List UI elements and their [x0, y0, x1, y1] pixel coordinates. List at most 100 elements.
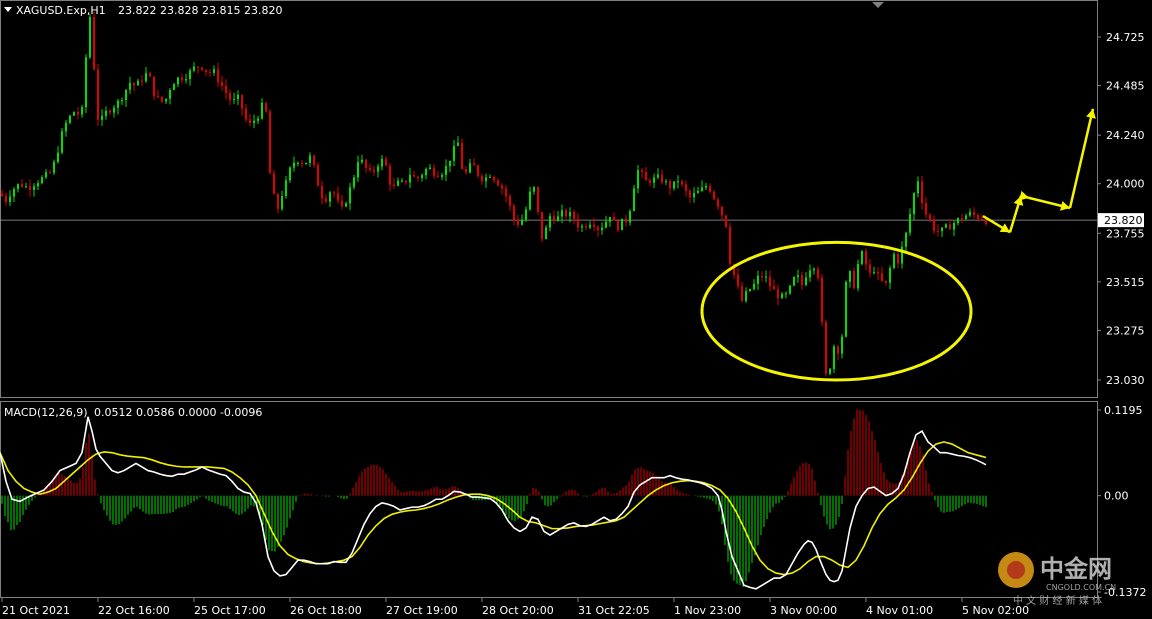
candle: [405, 180, 407, 185]
candle: [217, 62, 219, 87]
candle: [797, 269, 799, 283]
candle: [313, 154, 315, 168]
candle: [909, 208, 911, 236]
candle: [549, 212, 551, 232]
candle: [705, 182, 707, 191]
candle: [105, 106, 107, 120]
candle: [89, 14, 91, 60]
candle: [421, 173, 423, 182]
candle: [309, 152, 311, 167]
candle: [161, 96, 163, 104]
candle: [101, 109, 103, 126]
candle: [753, 279, 755, 291]
candle: [61, 128, 63, 155]
candle: [577, 213, 579, 232]
watermark-brand: 中金网: [1040, 555, 1112, 583]
candle: [65, 119, 67, 137]
candle: [113, 104, 115, 118]
candle: [165, 98, 167, 104]
candle: [553, 210, 555, 225]
candle: [757, 270, 759, 290]
candle: [749, 288, 751, 292]
candle: [685, 180, 687, 197]
candle: [501, 183, 503, 195]
chart-shift-icon[interactable]: [872, 2, 884, 8]
candle: [921, 175, 923, 210]
candle: [293, 156, 295, 172]
candle: [297, 161, 299, 167]
candle: [49, 169, 51, 174]
candle: [945, 223, 947, 229]
candle: [801, 271, 803, 290]
candle: [21, 179, 23, 188]
symbol-label: XAGUSD.Exp,H1: [16, 4, 106, 17]
candle: [369, 163, 371, 173]
candle: [389, 162, 391, 192]
price-tick-label: 24.000: [1106, 178, 1145, 191]
candle: [485, 173, 487, 188]
candle: [317, 162, 319, 187]
time-tick-label: 28 Oct 20:00: [482, 604, 554, 617]
candle: [225, 79, 227, 100]
candle: [9, 190, 11, 207]
candle: [905, 231, 907, 253]
candle: [477, 164, 479, 178]
candle: [109, 108, 111, 116]
candle: [893, 251, 895, 270]
candle: [621, 218, 623, 231]
candle: [873, 266, 875, 275]
candle: [785, 291, 787, 299]
candle: [661, 169, 663, 185]
candle: [881, 266, 883, 283]
candle: [97, 64, 99, 126]
time-tick-label: 26 Oct 18:00: [290, 604, 362, 617]
candle: [85, 54, 87, 114]
candle: [961, 213, 963, 223]
watermark-tagline: 中 文 财 经 新 媒 体: [1013, 594, 1102, 607]
candle: [669, 179, 671, 195]
candle: [937, 224, 939, 237]
candle: [589, 221, 591, 230]
candle: [701, 180, 703, 192]
candle: [633, 184, 635, 212]
candle: [133, 81, 135, 92]
candle: [965, 213, 967, 220]
price-tick-label: 23.755: [1106, 227, 1145, 240]
chart-menu-icon[interactable]: [4, 7, 12, 12]
candle: [545, 225, 547, 240]
candle: [525, 206, 527, 223]
candle: [865, 248, 867, 271]
candle: [273, 169, 275, 195]
candle: [857, 259, 859, 292]
price-panel-frame: [0, 0, 1098, 398]
candle: [245, 104, 247, 123]
candle: [141, 75, 143, 87]
candle: [745, 287, 747, 303]
candle: [813, 267, 815, 275]
candle: [137, 78, 139, 86]
candle: [209, 69, 211, 77]
candle: [385, 156, 387, 167]
candle: [613, 212, 615, 221]
candle: [41, 175, 43, 185]
highlight-ellipse: [700, 240, 973, 382]
candle: [93, 11, 95, 71]
time-tick-label: 3 Nov 00:00: [770, 604, 837, 617]
candle: [677, 175, 679, 189]
chart-canvas: XAGUSD.Exp,H1 23.822 23.828 23.815 23.82…: [0, 0, 1146, 617]
candle: [57, 146, 59, 164]
candle: [305, 162, 307, 165]
candle: [129, 76, 131, 94]
candle: [381, 155, 383, 171]
candle: [449, 160, 451, 173]
candle: [781, 291, 783, 299]
candle: [889, 265, 891, 289]
candle: [169, 88, 171, 105]
candle: [349, 183, 351, 211]
candle: [261, 98, 263, 120]
candle: [601, 222, 603, 235]
candle: [877, 267, 879, 281]
candle: [821, 273, 823, 326]
candle: [181, 74, 183, 84]
candle: [825, 319, 827, 376]
